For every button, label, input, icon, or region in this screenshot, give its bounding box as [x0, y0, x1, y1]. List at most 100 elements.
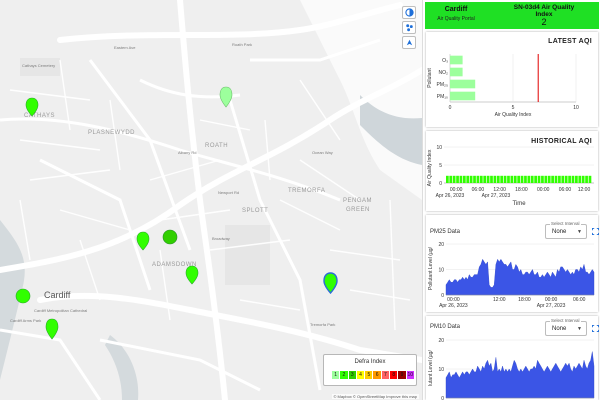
- y-tick-label: 0: [439, 181, 442, 187]
- bar: [530, 175, 534, 183]
- bar: [551, 175, 554, 183]
- street-label: Albany Rd: [178, 150, 197, 155]
- expand-icon[interactable]: [592, 228, 599, 235]
- legend-cell: 5: [365, 371, 373, 379]
- y-tick-label: 0: [441, 396, 444, 400]
- legend-cell: 2: [340, 371, 348, 379]
- street-label: Cardiff Metropolitan Cathedral: [34, 308, 88, 313]
- x-tick-label: 10: [573, 105, 579, 111]
- pm10-chart: 0 10 20 lutant Level (µg/: [428, 338, 595, 400]
- bar: [564, 175, 568, 183]
- bar: [452, 175, 456, 183]
- bar: [571, 175, 575, 183]
- sensor-marker[interactable]: [136, 231, 150, 251]
- portal-subtitle: Air Quality Portal: [437, 16, 475, 22]
- y-tick-label: 20: [438, 338, 444, 344]
- y-tick-label: 0: [441, 293, 444, 299]
- bar: [462, 175, 466, 183]
- map[interactable]: PLASNEWYDD ROATH ADAMSDOWN SPLOTT TREMOR…: [0, 0, 422, 400]
- aqi-index-value: 2: [541, 17, 547, 27]
- bar: [544, 175, 548, 183]
- sensor-marker[interactable]: [45, 318, 59, 340]
- x-tick-label: 00:00: [537, 187, 550, 193]
- expand-icon[interactable]: [592, 325, 599, 332]
- bar: [446, 175, 449, 183]
- legend-cell: 1: [332, 371, 340, 379]
- bar: [486, 175, 490, 183]
- latest-aqi-chart: 0 5 10 O₃ NO₂ PM₂₅ PM₁₀ Air Quality Index Pollut…: [427, 54, 579, 118]
- district-label: PENGAM: [343, 198, 373, 204]
- city-name: Cardiff: [444, 6, 468, 13]
- street-label: Roath Park: [232, 42, 253, 47]
- sensor-marker[interactable]: [185, 265, 199, 285]
- bar: [541, 175, 544, 183]
- street-label: Eastern Ave: [114, 45, 136, 50]
- bar: [558, 175, 561, 183]
- bar: [450, 91, 476, 101]
- y-tick-label: O₃: [442, 58, 448, 64]
- sensor-marker[interactable]: [162, 229, 178, 245]
- legend-cell: 9: [398, 371, 406, 379]
- legend-title: Defra Index: [354, 359, 386, 365]
- y-tick-label: PM₁₀: [437, 94, 448, 100]
- bar: [507, 175, 510, 183]
- city-label: Cardiff: [44, 290, 71, 300]
- sensor-marker-selected[interactable]: [323, 272, 338, 294]
- bar: [581, 175, 585, 183]
- y-tick-label: PM₂₅: [437, 82, 448, 88]
- legend-cell: 3: [348, 371, 356, 379]
- select-value: None: [552, 229, 567, 235]
- cluster-icon[interactable]: [402, 21, 416, 34]
- bar: [450, 67, 463, 77]
- date-label: Apr 26, 2023: [436, 193, 465, 199]
- x-tick-label: 06:00: [573, 297, 586, 303]
- bar: [517, 175, 521, 183]
- bar: [585, 175, 588, 183]
- historical-aqi-title: HISTORICAL AQI: [531, 138, 592, 145]
- map-attribution[interactable]: © Mapbox © OpenStreetMap Improve this ma…: [331, 394, 419, 399]
- legend-cell: 6: [373, 371, 381, 379]
- bar: [561, 175, 565, 183]
- pm10-card: PM10 Data Select Interval None ▼ 0 10 20 lu…: [426, 316, 599, 400]
- pm25-title: PM25 Data: [430, 229, 461, 235]
- date-label: Apr 26, 2023: [439, 303, 468, 309]
- district-label: ROATH: [205, 143, 229, 149]
- bar: [524, 175, 527, 183]
- x-tick-label: 18:00: [518, 297, 531, 303]
- legend-scale: 1 2 3 4 5 6 7 8 9 10: [332, 371, 414, 379]
- info-panel: Cardiff Air Quality Portal SN-03d4 Air Q…: [422, 0, 600, 400]
- area-series: [445, 351, 595, 399]
- locate-icon[interactable]: [402, 36, 416, 49]
- bar: [473, 175, 476, 183]
- x-tick-label: 12:00: [578, 187, 591, 193]
- y-tick-label: NO₂: [439, 70, 449, 76]
- map-controls: [402, 6, 416, 49]
- y-axis-label: Pollutant: [427, 68, 433, 88]
- bar: [575, 175, 578, 183]
- y-tick-label: 20: [438, 242, 444, 248]
- date-label: Apr 27, 2023: [537, 303, 566, 309]
- bar: [459, 175, 463, 183]
- bar: [520, 175, 524, 183]
- district-label: SPLOTT: [242, 208, 269, 214]
- bar: [510, 175, 514, 183]
- pm25-interval-select[interactable]: Select Interval None ▼: [545, 221, 587, 239]
- pm10-title: PM10 Data: [430, 324, 461, 330]
- chevron-down-icon: ▼: [577, 229, 582, 235]
- bar: [469, 175, 473, 183]
- x-tick-label: 0: [449, 105, 452, 111]
- sensor-marker[interactable]: [219, 86, 233, 108]
- layers-icon[interactable]: [402, 6, 416, 19]
- select-label: Select Interval: [550, 221, 581, 226]
- bar: [537, 175, 541, 183]
- y-axis-label: Air Quality Index: [427, 149, 433, 186]
- sensor-marker[interactable]: [15, 288, 31, 304]
- bar: [547, 175, 551, 183]
- pm10-interval-select[interactable]: Select Interval None ▼: [545, 318, 587, 336]
- y-axis-label: Pollutant Level (µg/: [428, 246, 434, 290]
- street-label: Tremorfa Park: [310, 322, 336, 327]
- bar: [496, 175, 500, 183]
- bar: [527, 175, 531, 183]
- bar: [500, 175, 504, 183]
- sensor-marker[interactable]: [25, 97, 39, 117]
